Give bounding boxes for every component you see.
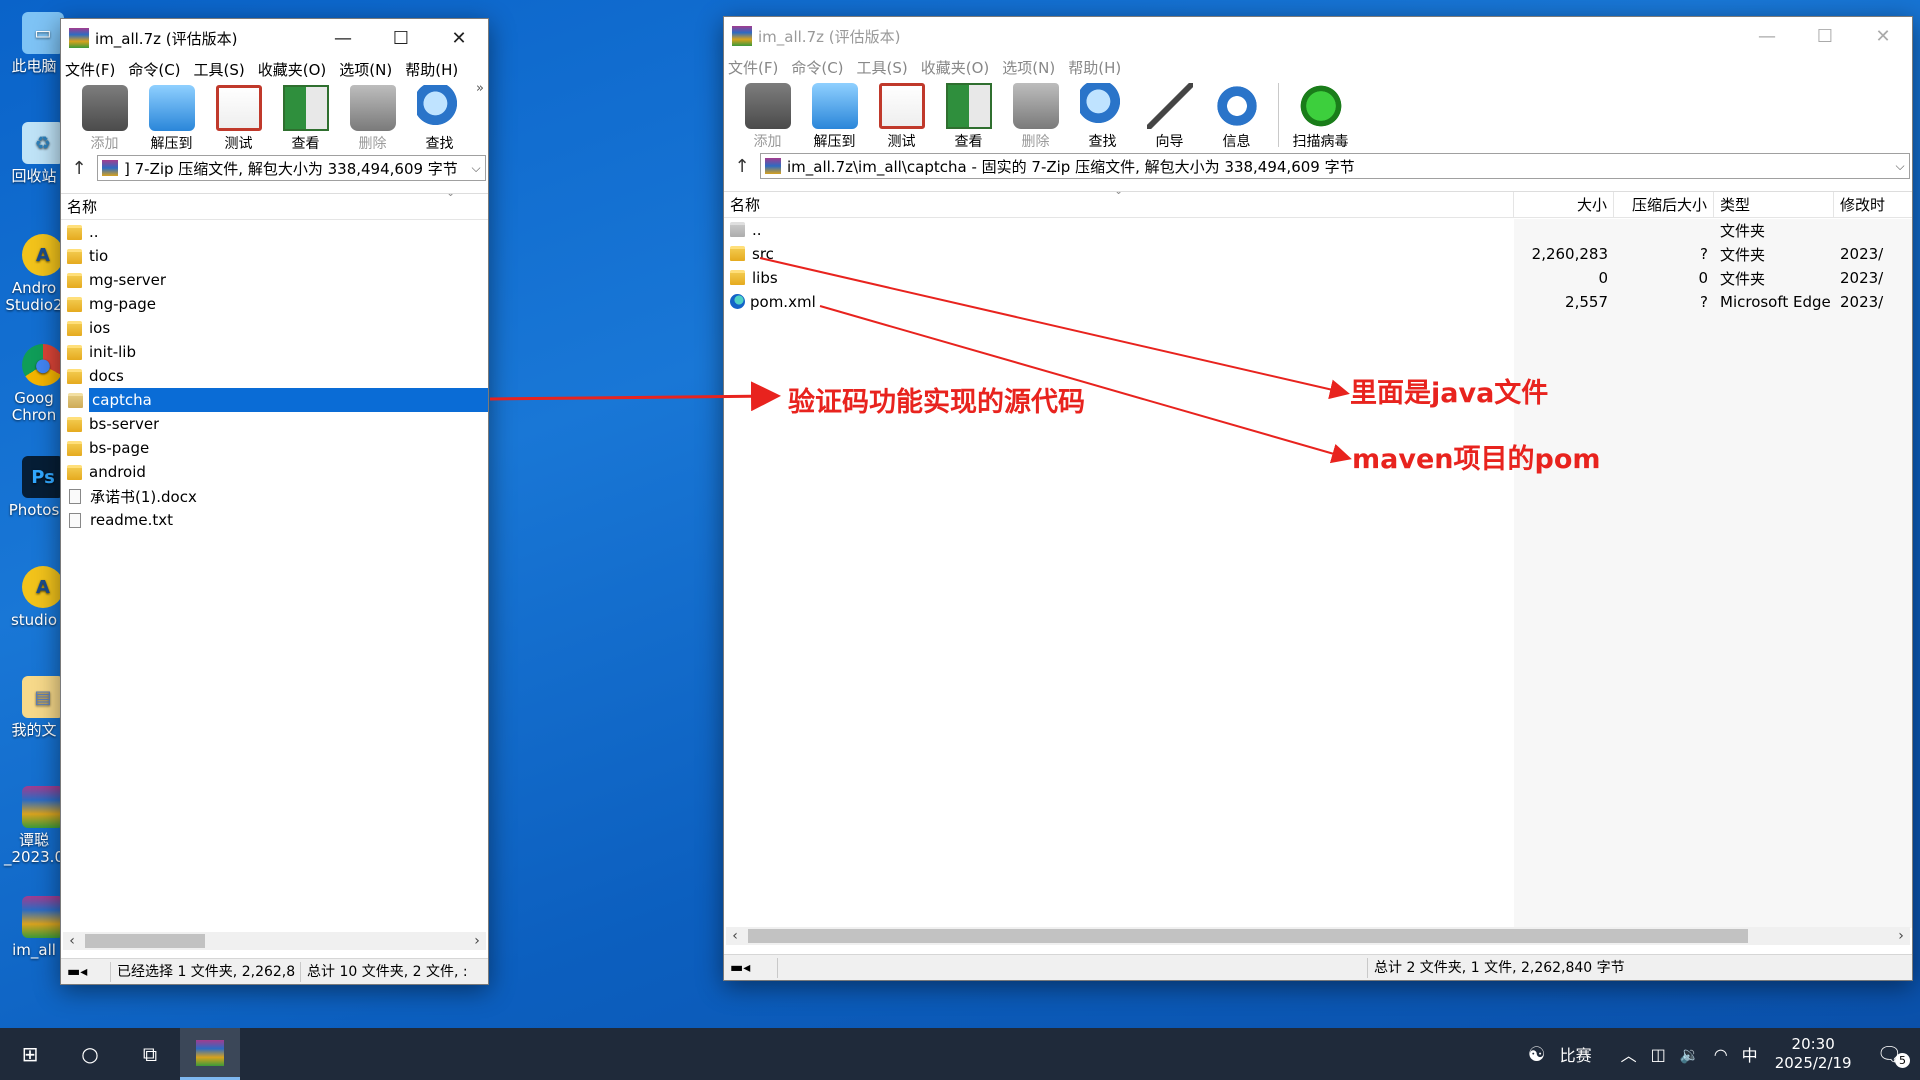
annotation-pom: maven项目的pom xyxy=(1352,444,1601,475)
game-tray-icon[interactable]: ☯ xyxy=(1528,1042,1546,1066)
notification-badge: 5 xyxy=(1895,1053,1910,1068)
volume-icon[interactable]: 🔉 xyxy=(1680,1045,1700,1064)
annotation-captcha: 验证码功能实现的源代码 xyxy=(788,387,1085,418)
ime-indicator[interactable]: 中 xyxy=(1742,1042,1758,1066)
start-button[interactable]: ⊞ xyxy=(0,1028,60,1080)
task-view-icon: ⧉ xyxy=(142,1042,158,1066)
arrow-captcha xyxy=(489,381,781,412)
game-label[interactable]: 比赛 xyxy=(1560,1042,1592,1066)
annotation-arrows xyxy=(489,257,1352,464)
annotation-src: 里面是java文件 xyxy=(1350,378,1549,409)
search-button[interactable]: ○ xyxy=(60,1028,120,1080)
taskbar-winrar-app[interactable] xyxy=(180,1028,240,1080)
task-view-button[interactable]: ⧉ xyxy=(120,1028,180,1080)
clock-time: 20:30 xyxy=(1791,1035,1835,1053)
network-icon[interactable]: ◠ xyxy=(1714,1045,1728,1064)
system-tray: ☯ 比赛 ︿ ◫ 🔉 ◠ 中 20:30 2025/2/19 🗨 5 xyxy=(1521,1028,1920,1080)
clock[interactable]: 20:30 2025/2/19 xyxy=(1775,1035,1852,1073)
search-icon: ○ xyxy=(81,1042,99,1066)
chevron-up-icon[interactable]: ︿ xyxy=(1621,1042,1637,1066)
clock-date: 2025/2/19 xyxy=(1774,1054,1852,1072)
notification-icon[interactable]: 🗨 5 xyxy=(1877,1042,1910,1068)
camera-icon[interactable]: ◫ xyxy=(1651,1045,1666,1064)
taskbar: ⊞ ○ ⧉ ☯ 比赛 ︿ ◫ 🔉 ◠ 中 20:30 2025/2/19 🗨 5 xyxy=(0,1028,1920,1080)
windows-logo-icon: ⊞ xyxy=(21,1042,39,1066)
winrar-icon xyxy=(196,1039,224,1066)
